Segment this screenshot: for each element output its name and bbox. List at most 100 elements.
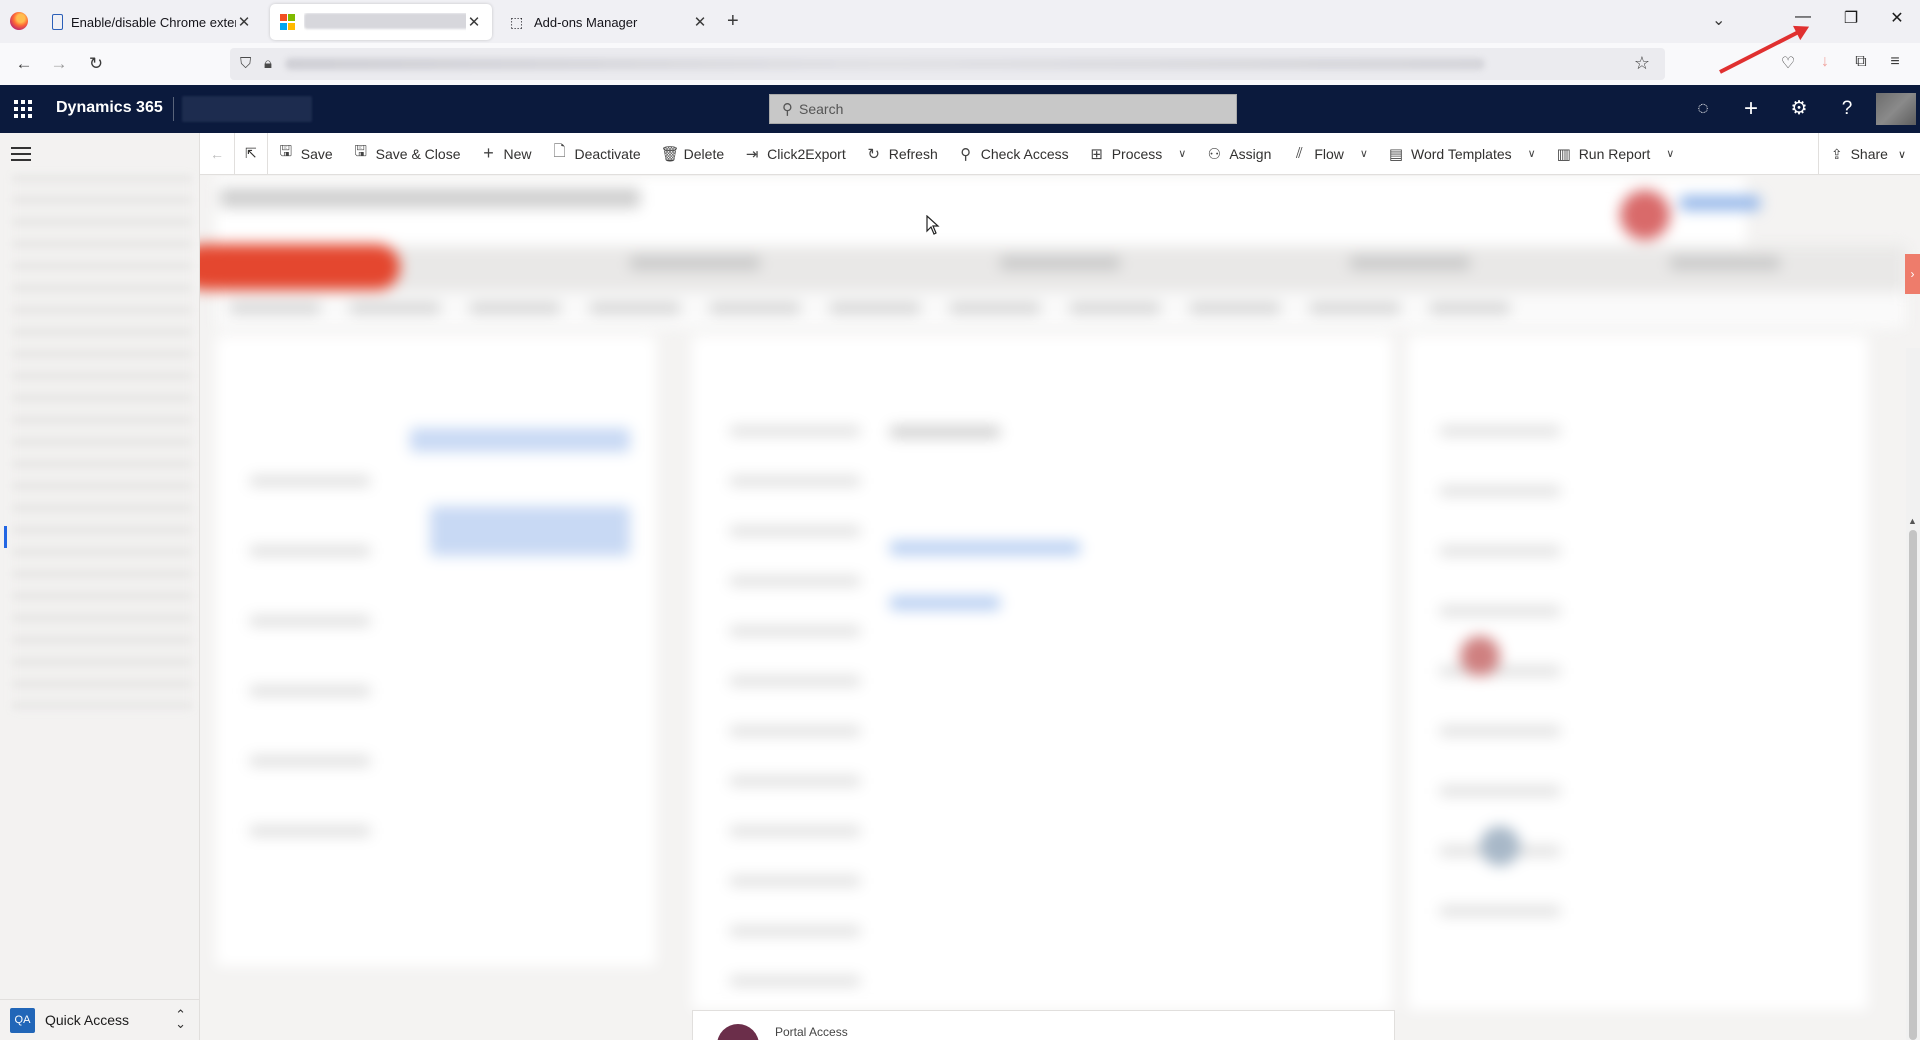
word-templates-label: Word Templates: [1410, 145, 1512, 162]
delete-button[interactable]: 🗑︎ Delete: [651, 133, 734, 175]
selected-item-indicator: [4, 526, 7, 548]
app-name[interactable]: Dynamics 365: [56, 99, 163, 117]
search-icon: ⚲: [782, 101, 793, 118]
firefox-icon[interactable]: [10, 12, 28, 30]
hamburger-menu-icon[interactable]: [11, 147, 31, 161]
share-icon: ⇪: [1830, 145, 1843, 162]
menu-icon[interactable]: ≡: [1884, 53, 1906, 71]
list-all-tabs-icon[interactable]: ⌄: [1712, 10, 1725, 30]
chevron-down-icon[interactable]: ∨: [1666, 147, 1674, 160]
form-content-redacted: [200, 176, 1920, 1040]
quick-access-badge: QA: [10, 1007, 35, 1033]
lock-icon[interactable]: 🔒︎: [264, 55, 272, 72]
check-access-button[interactable]: ⚲ Check Access: [948, 133, 1079, 175]
lightbulb-icon[interactable]: ◌: [1690, 97, 1716, 123]
chevron-updown-icon[interactable]: ⌃ ⌄: [175, 1008, 186, 1030]
assign-button[interactable]: ⚇ Assign: [1196, 133, 1281, 175]
browser-tab-strip: Enable/disable Chrome extensio ✕ ✕ ⬚ Add…: [0, 0, 1920, 43]
magnifier-icon: ⚲: [960, 145, 972, 163]
app-header: Dynamics 365 ⚲ Search ◌ + ⚙ ?: [0, 85, 1920, 133]
mouse-cursor-icon: [926, 215, 940, 235]
process-label: Process: [1111, 145, 1163, 162]
process-button[interactable]: ⊞ Process ∨: [1079, 133, 1197, 175]
form-scrollbar[interactable]: ▲: [1906, 348, 1920, 1040]
portal-access-card: Portal Access: [692, 1010, 1395, 1040]
download-icon[interactable]: ↓: [1814, 53, 1836, 71]
tab-addons-manager[interactable]: ⬚ Add-ons Manager ✕: [500, 4, 718, 40]
person-icon: ⚇: [1207, 145, 1222, 163]
chevron-down-icon[interactable]: ∨: [1178, 147, 1186, 160]
trash-icon: 🗑︎: [660, 145, 680, 163]
back-arrow-icon[interactable]: ←: [200, 133, 234, 175]
chevron-down-icon[interactable]: ∨: [1528, 147, 1536, 160]
quick-access-label: Quick Access: [45, 1012, 130, 1028]
deactivate-icon: 🗋: [553, 143, 566, 160]
flow-label: Flow: [1314, 145, 1344, 162]
portal-access-label: Portal Access: [775, 1025, 848, 1039]
forward-button[interactable]: →: [45, 51, 73, 77]
delete-label: Delete: [683, 145, 725, 162]
site-map-items-redacted: [12, 175, 192, 710]
save-icon: 🖫: [279, 143, 293, 160]
chevron-down-icon[interactable]: ∨: [1360, 147, 1368, 160]
save-button[interactable]: 🖫 Save: [268, 133, 343, 175]
assign-label: Assign: [1229, 145, 1272, 162]
search-placeholder: Search: [799, 101, 844, 117]
click2export-button[interactable]: ⇥ Click2Export: [734, 133, 856, 175]
shield-icon[interactable]: ⛉: [240, 55, 251, 72]
close-tab-icon[interactable]: ✕: [692, 13, 708, 31]
report-icon: ▥: [1556, 145, 1571, 163]
microsoft-icon: [280, 14, 296, 30]
bookmark-star-icon[interactable]: ☆: [1634, 53, 1650, 74]
check-access-label: Check Access: [980, 145, 1069, 162]
close-tab-icon[interactable]: ✕: [466, 13, 482, 31]
quick-access-switcher[interactable]: QA Quick Access ⌃ ⌄: [0, 999, 200, 1040]
plus-icon: +: [483, 143, 494, 163]
restore-button[interactable]: ❐: [1828, 8, 1874, 28]
tab-dynamics[interactable]: ✕: [270, 4, 492, 40]
portal-avatar: [717, 1024, 759, 1040]
address-bar[interactable]: ⛉ 🔒︎ ☆: [230, 48, 1665, 80]
add-icon[interactable]: +: [1738, 97, 1764, 123]
close-tab-icon[interactable]: ✕: [236, 13, 252, 31]
tab-chrome-extensions[interactable]: Enable/disable Chrome extensio ✕: [42, 4, 262, 40]
page-icon: [52, 14, 63, 30]
share-button[interactable]: ⇪ Share ∨: [1817, 133, 1920, 175]
app-launcher-icon[interactable]: [14, 100, 32, 118]
user-avatar[interactable]: [1876, 93, 1916, 125]
run-report-label: Run Report: [1578, 145, 1651, 162]
open-new-window-icon[interactable]: ⇱: [235, 133, 267, 175]
close-window-button[interactable]: ✕: [1874, 8, 1920, 28]
deactivate-button[interactable]: 🗋 Deactivate: [542, 133, 651, 175]
settings-icon[interactable]: ⚙: [1786, 97, 1812, 123]
new-tab-button[interactable]: +: [727, 10, 739, 33]
environment-name-redacted[interactable]: [182, 96, 312, 122]
tab-title: Add-ons Manager: [534, 14, 638, 30]
expand-panel-tab[interactable]: ›: [1905, 254, 1920, 294]
chevron-down-icon[interactable]: ∨: [1898, 148, 1906, 161]
export-icon: ⇥: [745, 145, 759, 163]
save-close-label: Save & Close: [375, 145, 461, 162]
process-icon: ⊞: [1090, 145, 1103, 163]
search-box[interactable]: ⚲ Search: [769, 94, 1237, 124]
run-report-button[interactable]: ▥ Run Report ∨: [1546, 133, 1685, 175]
back-button[interactable]: ←: [10, 51, 38, 77]
scroll-thumb[interactable]: [1909, 530, 1917, 1040]
tab-title: Enable/disable Chrome extensio: [71, 14, 236, 30]
scroll-up-icon[interactable]: ▲: [1908, 516, 1917, 526]
save-close-button[interactable]: 🖫 Save & Close: [343, 133, 471, 175]
help-icon[interactable]: ?: [1834, 97, 1860, 123]
new-button[interactable]: + New: [470, 133, 541, 175]
url-redacted: [285, 58, 1485, 70]
word-templates-button[interactable]: ▤ Word Templates ∨: [1378, 133, 1546, 175]
site-map: QA Quick Access ⌃ ⌄: [0, 133, 200, 1040]
browser-nav-bar: ← → ↻ ⛉ 🔒︎ ☆ ♡ ↓ ⧉ ≡: [0, 43, 1920, 85]
reload-button[interactable]: ↻: [82, 51, 110, 77]
record-form: › Portal Access ▲: [200, 176, 1920, 1040]
new-label: New: [503, 145, 532, 162]
extensions-icon[interactable]: ⧉: [1850, 53, 1872, 71]
pocket-icon[interactable]: ♡: [1777, 53, 1799, 73]
refresh-button[interactable]: ↻ Refresh: [856, 133, 948, 175]
refresh-icon: ↻: [867, 145, 880, 163]
flow-button[interactable]: ⫽ Flow ∨: [1281, 133, 1378, 175]
